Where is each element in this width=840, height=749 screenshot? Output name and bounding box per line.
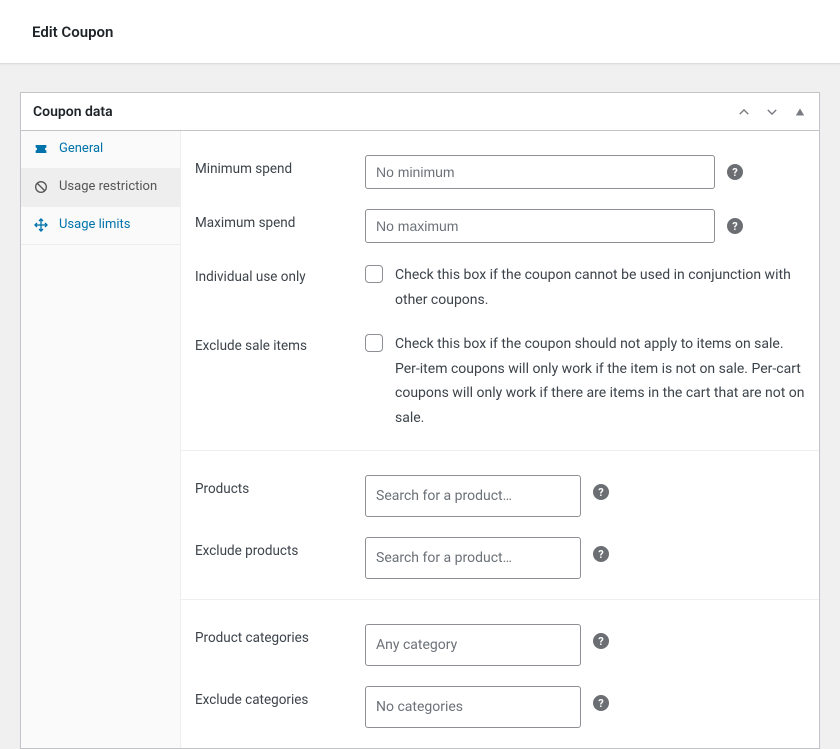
individual-use-description: Check this box if the coupon cannot be u… (395, 263, 805, 312)
page-title: Edit Coupon (32, 23, 113, 41)
categories-select-placeholder: Any category (376, 637, 457, 653)
group-spend: Minimum spend ? Maximum spend ? (181, 131, 819, 451)
help-icon[interactable]: ? (593, 695, 609, 711)
label-products: Products (195, 475, 365, 497)
group-categories: Product categories Any category ? Exclud… (181, 600, 819, 748)
row-individual-use: Individual use only Check this box if th… (195, 249, 805, 318)
help-icon[interactable]: ? (593, 633, 609, 649)
label-exclude-sale: Exclude sale items (195, 332, 365, 354)
categories-select[interactable]: Any category (365, 624, 581, 666)
metabox-title: Coupon data (33, 104, 113, 120)
coupon-pane: Minimum spend ? Maximum spend ? (181, 131, 819, 748)
help-icon[interactable]: ? (727, 218, 743, 234)
metabox-header: Coupon data (21, 93, 819, 131)
tab-general[interactable]: General (21, 131, 180, 169)
exclude-products-select-placeholder: Search for a product… (376, 550, 512, 566)
chevron-up-icon[interactable] (737, 105, 751, 119)
coupon-data-metabox: Coupon data G (20, 92, 820, 749)
tab-usage-restriction-label: Usage restriction (59, 179, 168, 196)
content-wrap: Coupon data G (0, 64, 840, 749)
label-exclude-products: Exclude products (195, 537, 365, 559)
min-spend-input[interactable] (365, 155, 715, 189)
products-select[interactable]: Search for a product… (365, 475, 581, 517)
row-exclude-categories: Exclude categories No categories ? (195, 672, 805, 734)
label-min-spend: Minimum spend (195, 155, 365, 177)
row-products: Products Search for a product… ? (195, 461, 805, 523)
exclude-sale-checkbox[interactable] (365, 334, 383, 352)
products-select-placeholder: Search for a product… (376, 488, 512, 504)
exclude-sale-description: Check this box if the coupon should not … (395, 332, 805, 430)
ticket-icon (33, 141, 49, 157)
label-categories: Product categories (195, 624, 365, 646)
coupon-tabs: General Usage restriction Usage limits (21, 131, 181, 748)
individual-use-checkbox[interactable] (365, 265, 383, 283)
metabox-handle-actions (737, 105, 807, 119)
row-max-spend: Maximum spend ? (195, 195, 805, 249)
tab-usage-restriction[interactable]: Usage restriction (21, 169, 180, 207)
row-min-spend: Minimum spend ? (195, 141, 805, 195)
label-individual-use: Individual use only (195, 263, 365, 285)
tab-usage-limits-label: Usage limits (59, 217, 168, 234)
row-exclude-sale: Exclude sale items Check this box if the… (195, 318, 805, 436)
tab-general-label: General (59, 141, 168, 158)
exclude-categories-select[interactable]: No categories (365, 686, 581, 728)
help-icon[interactable]: ? (593, 546, 609, 562)
move-icon (33, 217, 49, 233)
page-header: Edit Coupon (0, 0, 840, 64)
help-icon[interactable]: ? (727, 164, 743, 180)
ban-icon (33, 179, 49, 195)
row-exclude-products: Exclude products Search for a product… ? (195, 523, 805, 585)
label-max-spend: Maximum spend (195, 209, 365, 231)
row-categories: Product categories Any category ? (195, 610, 805, 672)
tab-usage-limits[interactable]: Usage limits (21, 207, 180, 245)
exclude-categories-select-placeholder: No categories (376, 699, 463, 715)
group-products: Products Search for a product… ? Exclude… (181, 451, 819, 600)
exclude-products-select[interactable]: Search for a product… (365, 537, 581, 579)
panel-wrap: General Usage restriction Usage limits (21, 131, 819, 748)
help-icon[interactable]: ? (593, 484, 609, 500)
triangle-up-icon[interactable] (793, 105, 807, 119)
max-spend-input[interactable] (365, 209, 715, 243)
label-exclude-categories: Exclude categories (195, 686, 365, 708)
chevron-down-icon[interactable] (765, 105, 779, 119)
